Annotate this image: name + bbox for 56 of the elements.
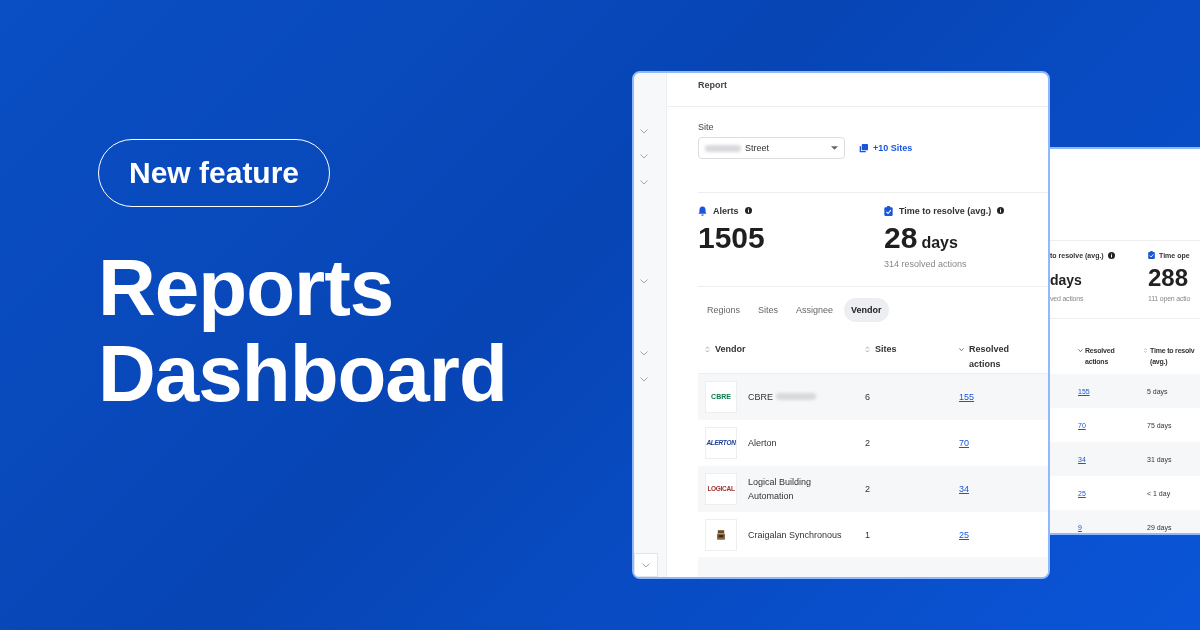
resolved-link[interactable]: 70 [959, 437, 969, 448]
chevron-icon [642, 562, 650, 568]
stat-unit: days [921, 233, 958, 252]
page-title: Report [698, 79, 727, 90]
sort-icon[interactable] [1143, 348, 1148, 353]
caret-icon [831, 146, 838, 151]
info-icon [1107, 251, 1115, 259]
column-header[interactable]: Sites [875, 341, 897, 357]
stat-value: days [1050, 272, 1083, 290]
table-cell-text: Alerton [748, 436, 777, 450]
stat-label: Alerts [713, 205, 739, 216]
more-sites-link[interactable]: +10 Sites [859, 143, 913, 154]
table-cell: 2 [865, 437, 870, 448]
info-icon [744, 207, 752, 214]
sort-icon[interactable] [959, 345, 964, 353]
sort-icon[interactable] [1078, 348, 1083, 353]
table-cell: 1 [865, 529, 870, 540]
clipboard-icon [1148, 251, 1155, 259]
tab[interactable]: Vendor [844, 297, 889, 322]
tab[interactable]: Assignee [789, 297, 841, 322]
chevron-icon[interactable] [640, 180, 648, 185]
chevron-icon[interactable] [640, 351, 648, 356]
site-select[interactable]: Street [698, 137, 845, 160]
info-icon [997, 207, 1005, 214]
bell-icon [698, 205, 707, 216]
table-cell-text: Craigalan Synchronous [748, 528, 842, 542]
tab[interactable]: Regions [700, 297, 748, 322]
table-cell: 6 [865, 391, 870, 402]
headline: Reports [98, 245, 395, 331]
column-header[interactable]: Resolved actions [969, 341, 1029, 372]
chevron-icon[interactable] [640, 377, 648, 382]
vendor-logo [705, 518, 737, 551]
collapse-button[interactable] [634, 553, 658, 577]
stat-value: 288 [1148, 264, 1190, 290]
table-cell: 2 [865, 483, 870, 494]
copy-icon [859, 143, 868, 153]
headline: Dashboard [98, 331, 507, 417]
table-cell-text: CBRE [748, 390, 773, 404]
table-cell-text: Logical Building Automation [748, 475, 813, 503]
resolved-link[interactable]: 34 [959, 483, 969, 494]
resolved-link[interactable]: 25 [959, 529, 969, 540]
field-label: Site [698, 122, 715, 133]
stat-value: 28 [884, 221, 918, 254]
tab[interactable]: Sites [751, 297, 786, 322]
stat-label: Time to resolve (avg.) [899, 205, 992, 216]
redaction-mark [705, 144, 741, 152]
sort-icon[interactable] [865, 345, 870, 353]
chevron-icon[interactable] [640, 129, 648, 134]
column-header[interactable]: Vendor [715, 341, 746, 357]
resolved-link[interactable]: 155 [959, 391, 975, 402]
chevron-icon[interactable] [640, 279, 648, 284]
sort-icon[interactable] [705, 345, 710, 353]
stat-value: 1505 [698, 221, 765, 254]
chevron-icon[interactable] [640, 154, 648, 159]
stat-note: 314 resolved actions [884, 258, 968, 269]
clipboard-icon [884, 205, 893, 216]
